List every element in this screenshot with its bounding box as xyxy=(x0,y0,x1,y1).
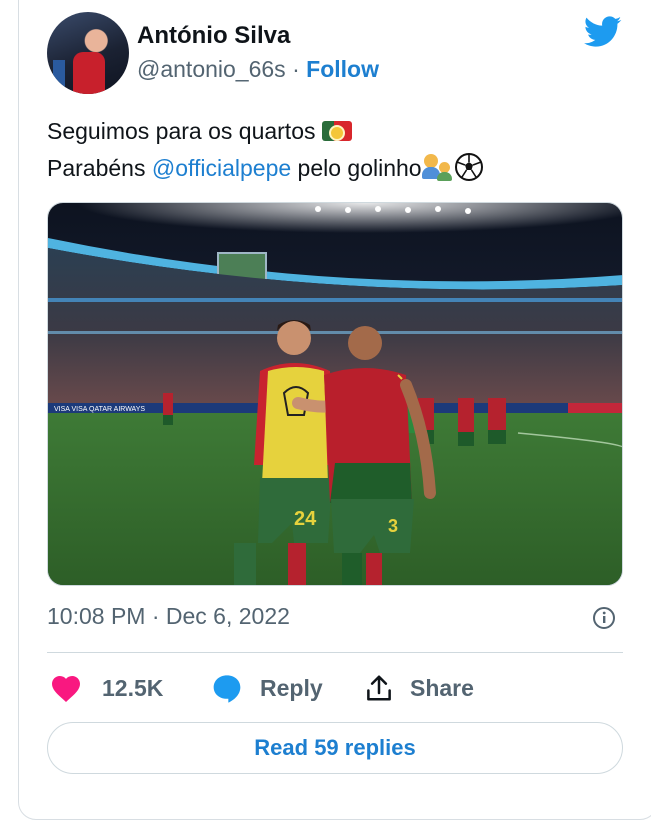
avatar-flag xyxy=(53,60,65,90)
mention-link[interactable]: @officialpepe xyxy=(152,155,291,181)
tweet-text-2-suffix: pelo golinho xyxy=(291,155,422,181)
share-label: Share xyxy=(410,674,474,701)
avatar-shirt xyxy=(73,52,105,94)
heart-icon xyxy=(52,676,80,702)
jersey-number-right: 3 xyxy=(388,516,398,536)
divider xyxy=(47,652,623,653)
tweet-text-line-2: Parabéns @officialpepe pelo golinho xyxy=(47,152,484,182)
handle-separator: · xyxy=(292,56,300,82)
people-hugging-icon xyxy=(421,153,452,181)
like-button[interactable]: 12.5K xyxy=(50,672,163,704)
twitter-bird-icon[interactable] xyxy=(584,16,622,48)
info-icon[interactable] xyxy=(592,606,616,630)
share-upload-icon xyxy=(367,675,391,701)
tweet-timestamp[interactable]: 10:08 PM · Dec 6, 2022 xyxy=(47,603,290,630)
reply-bubble-icon xyxy=(213,675,241,703)
avatar[interactable] xyxy=(47,12,129,94)
like-count: 12.5K xyxy=(102,674,164,701)
read-replies-button[interactable]: Read 59 replies xyxy=(47,722,623,774)
jersey-number-left: 24 xyxy=(294,508,317,530)
author-handle-row: @antonio_66s · Follow xyxy=(137,56,379,83)
follow-button[interactable]: Follow xyxy=(306,56,379,82)
ad-board-text: VISA VISA QATAR AIRWAYS xyxy=(54,406,145,413)
soccer-ball-icon xyxy=(454,153,483,181)
tweet-text-2-prefix: Parabéns xyxy=(47,155,152,181)
stadium-photo: VISA VISA QATAR AIRWAYS 24 3 xyxy=(48,203,622,585)
share-button[interactable]: Share xyxy=(364,672,474,704)
flag-portugal-icon xyxy=(321,121,352,141)
tweet-text-line-1: Seguimos para os quartos xyxy=(47,118,352,145)
author-handle[interactable]: @antonio_66s xyxy=(137,56,286,82)
tweet-photo[interactable]: VISA VISA QATAR AIRWAYS 24 3 xyxy=(47,202,623,586)
reply-label: Reply xyxy=(260,674,323,701)
reply-button[interactable]: Reply xyxy=(210,672,323,704)
author-name[interactable]: António Silva xyxy=(137,22,290,50)
tweet-text-1: Seguimos para os quartos xyxy=(47,118,316,144)
